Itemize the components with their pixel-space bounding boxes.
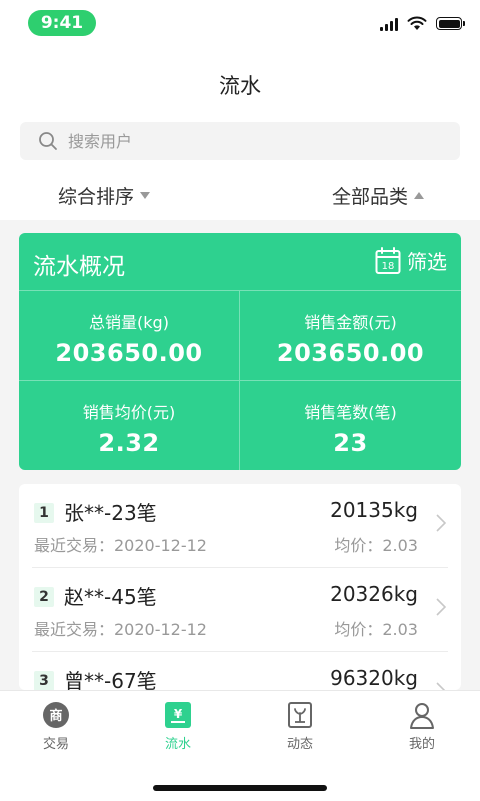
rank-badge: 3 <box>34 671 54 690</box>
filter-bar: 综合排序 全部品类 <box>0 170 480 220</box>
stat-value: 203650.00 <box>55 339 203 367</box>
stat-transaction-count: 销售笔数(笔) 23 <box>240 381 461 470</box>
chevron-right-icon <box>436 598 446 616</box>
caret-up-icon <box>414 192 424 199</box>
customer-name: 张**-23笔 <box>64 501 157 525</box>
page-title: 流水 <box>219 74 261 98</box>
recent-trade: 最近交易：2020-12-12 <box>34 536 207 555</box>
wifi-icon <box>407 16 427 30</box>
status-time: 9:41 <box>28 10 96 36</box>
tab-label: 我的 <box>408 737 435 752</box>
calendar-icon: 18 <box>375 246 401 274</box>
rank-badge: 1 <box>34 503 54 523</box>
total-weight: 20326kg <box>330 582 418 606</box>
stat-average-price: 销售均价(元) 2.32 <box>19 381 240 470</box>
category-dropdown[interactable]: 全部品类 <box>332 182 424 209</box>
total-weight: 96320kg <box>330 666 418 690</box>
tab-flow[interactable]: ¥ 流水 <box>138 701 218 752</box>
svg-text:¥: ¥ <box>174 707 183 721</box>
stat-label: 总销量(kg) <box>89 313 169 332</box>
customer-name: 赵**-45笔 <box>64 585 157 609</box>
average-price: 均价：2.03 <box>334 536 418 555</box>
news-icon <box>288 702 312 728</box>
tab-label: 动态 <box>286 737 313 752</box>
search-area <box>0 120 480 170</box>
status-bar: 9:41 <box>0 0 480 46</box>
total-weight: 20135kg <box>330 498 418 522</box>
search-icon <box>39 132 57 150</box>
calendar-day: 18 <box>382 261 395 272</box>
summary-header: 流水概况 18 筛选 <box>19 233 461 291</box>
filter-button[interactable]: 18 筛选 <box>375 246 447 275</box>
stat-label: 销售笔数(笔) <box>304 403 397 422</box>
stat-label: 销售均价(元) <box>82 403 176 422</box>
stat-value: 2.32 <box>98 429 160 457</box>
search-box[interactable] <box>20 122 460 160</box>
profile-icon <box>410 703 434 729</box>
battery-icon <box>436 17 465 30</box>
recent-trade: 最近交易：2020-12-12 <box>34 620 207 639</box>
stat-sales-amount: 销售金额(元) 203650.00 <box>240 291 461 381</box>
sort-dropdown[interactable]: 综合排序 <box>58 182 151 209</box>
tab-bar: 商 交易 ¥ 流水 动态 我的 <box>0 690 480 801</box>
list-item[interactable]: 3 曾**-67笔 96320kg <box>32 652 448 690</box>
category-label: 全部品类 <box>331 186 408 208</box>
tab-label: 流水 <box>164 737 191 752</box>
filter-label: 筛选 <box>407 250 447 274</box>
summary-card: 流水概况 18 筛选 总销量(kg) 203650.00 销售金额(元) 203… <box>19 233 461 470</box>
nav-bar: 流水 <box>0 46 480 120</box>
chevron-right-icon <box>436 514 446 532</box>
list-item[interactable]: 1 张**-23笔 最近交易：2020-12-12 20135kg 均价：2.0… <box>32 484 448 568</box>
search-input[interactable] <box>66 130 410 152</box>
caret-down-icon <box>140 192 151 199</box>
tab-trade[interactable]: 商 交易 <box>16 701 96 752</box>
summary-stats: 总销量(kg) 203650.00 销售金额(元) 203650.00 销售均价… <box>19 291 461 470</box>
chevron-right-icon <box>436 682 446 690</box>
status-icons <box>380 16 465 31</box>
stat-total-volume: 总销量(kg) 203650.00 <box>19 291 240 381</box>
tab-profile[interactable]: 我的 <box>382 701 462 752</box>
list-item[interactable]: 2 赵**-45笔 最近交易：2020-12-12 20326kg 均价：2.0… <box>32 568 448 652</box>
sort-label: 综合排序 <box>58 186 135 208</box>
customer-list: 1 张**-23笔 最近交易：2020-12-12 20135kg 均价：2.0… <box>19 484 461 690</box>
cellular-signal-icon <box>380 17 398 31</box>
home-indicator <box>153 785 327 791</box>
rank-badge: 2 <box>34 587 54 607</box>
customer-name: 曾**-67笔 <box>64 669 157 690</box>
tab-news[interactable]: 动态 <box>260 701 340 752</box>
stat-value: 203650.00 <box>276 339 425 367</box>
average-price: 均价：2.03 <box>334 620 418 639</box>
trade-icon: 商 <box>43 702 69 728</box>
stat-label: 销售金额(元) <box>304 313 397 332</box>
flow-icon: ¥ <box>165 702 191 728</box>
svg-text:商: 商 <box>49 708 62 724</box>
summary-title: 流水概况 <box>33 254 125 280</box>
tab-label: 交易 <box>42 737 69 752</box>
stat-value: 23 <box>333 429 368 457</box>
